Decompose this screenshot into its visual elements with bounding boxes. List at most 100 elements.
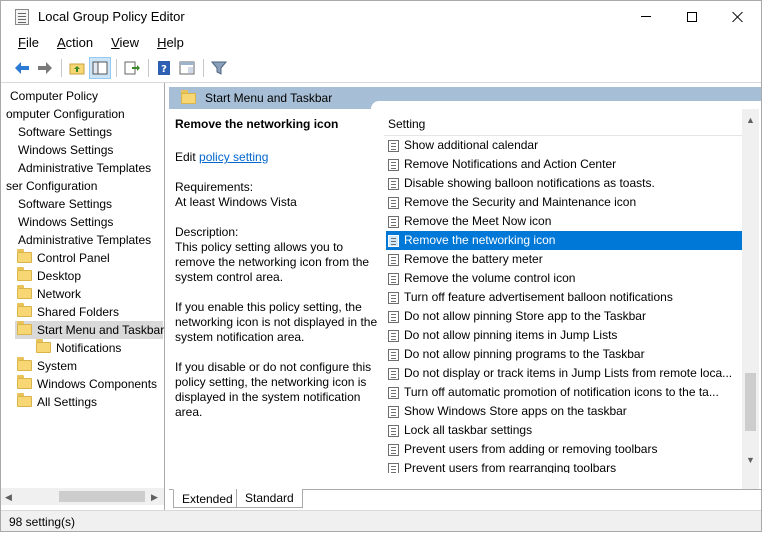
setting-row[interactable]: Lock all taskbar settings xyxy=(386,421,742,440)
tab-extended[interactable]: Extended xyxy=(173,489,242,508)
setting-row[interactable]: Prevent users from adding or removing to… xyxy=(386,440,742,459)
edit-prefix: Edit xyxy=(175,150,196,164)
tree-horizontal-scrollbar[interactable]: ◀ ▶ xyxy=(1,488,164,505)
tree-item-label: Shared Folders xyxy=(37,305,120,319)
setting-row[interactable]: Prevent users from rearranging toolbars xyxy=(386,459,742,473)
tree-item-label: Network xyxy=(37,287,82,301)
tree-item-windows-settings[interactable]: Windows Settings xyxy=(18,213,113,231)
folder-icon xyxy=(17,375,32,389)
policy-title: Remove the networking icon xyxy=(175,117,339,131)
setting-row[interactable]: Turn off automatic promotion of notifica… xyxy=(386,383,742,402)
scroll-down-icon[interactable]: ▼ xyxy=(746,455,755,465)
setting-row[interactable]: Remove the volume control icon xyxy=(386,269,742,288)
setting-row[interactable]: Turn off feature advertisement balloon n… xyxy=(386,288,742,307)
scrollbar-thumb[interactable] xyxy=(59,491,145,502)
policy-editor-icon xyxy=(15,9,29,25)
settings-list: Setting Show additional calendar Remove … xyxy=(384,109,761,489)
tree-item-administrative-templates[interactable]: Administrative Templates xyxy=(18,159,151,177)
tree-item-start-menu-and-taskbar[interactable]: Start Menu and Taskbar xyxy=(15,321,165,339)
policy-setting-icon xyxy=(388,349,399,361)
policy-setting-icon xyxy=(388,254,399,266)
tab-standard[interactable]: Standard xyxy=(236,489,303,508)
setting-row[interactable]: Do not allow pinning Store app to the Ta… xyxy=(386,307,742,326)
export-list-button[interactable] xyxy=(121,57,143,79)
tree-item-label: Desktop xyxy=(37,269,82,283)
tree-item-software-settings[interactable]: Software Settings xyxy=(18,195,112,213)
menu-help-label: elp xyxy=(166,35,184,50)
policy-setting-icon xyxy=(388,178,399,190)
tree-item-computer-configuration[interactable]: omputer Configuration xyxy=(6,105,125,123)
window-title: Local Group Policy Editor xyxy=(38,9,185,24)
menu-view[interactable]: View xyxy=(102,33,148,53)
forward-button[interactable] xyxy=(34,57,56,79)
close-button[interactable] xyxy=(715,1,761,32)
title-bar[interactable]: Local Group Policy Editor xyxy=(1,1,761,32)
policy-setting-link[interactable]: policy setting xyxy=(199,150,268,164)
tree-item-windows-components[interactable]: Windows Components xyxy=(17,375,157,393)
tree-item-notifications[interactable]: Notifications xyxy=(36,339,121,357)
setting-row-label: Remove the networking icon xyxy=(404,233,556,247)
tree-item-system[interactable]: System xyxy=(17,357,77,375)
extended-view-button[interactable] xyxy=(176,57,198,79)
up-one-level-button[interactable] xyxy=(66,57,88,79)
setting-row[interactable]: Remove Notifications and Action Center xyxy=(386,155,742,174)
menu-file[interactable]: File xyxy=(1,33,48,53)
setting-row[interactable]: Remove the Security and Maintenance icon xyxy=(386,193,742,212)
setting-row[interactable]: Do not display or track items in Jump Li… xyxy=(386,364,742,383)
setting-row[interactable]: Remove the battery meter xyxy=(386,250,742,269)
filter-button[interactable] xyxy=(208,57,230,79)
setting-row-label: Lock all taskbar settings xyxy=(404,423,533,437)
setting-row[interactable]: Do not allow pinning programs to the Tas… xyxy=(386,345,742,364)
setting-column-header[interactable]: Setting xyxy=(388,117,425,131)
scrollbar-thumb[interactable] xyxy=(745,373,756,431)
svg-text:?: ? xyxy=(161,64,167,75)
setting-row-label: Do not allow pinning programs to the Tas… xyxy=(404,347,645,361)
tree-item-windows-settings[interactable]: Windows Settings xyxy=(18,141,113,159)
tree-item-control-panel[interactable]: Control Panel xyxy=(17,249,110,267)
policy-setting-icon xyxy=(388,387,399,399)
tree-item-software-settings[interactable]: Software Settings xyxy=(18,123,112,141)
policy-setting-icon xyxy=(388,406,399,418)
tree-item-all-settings[interactable]: All Settings xyxy=(17,393,97,411)
tree-item-administrative-templates[interactable]: Administrative Templates xyxy=(18,231,151,249)
setting-row[interactable]: Disable showing balloon notifications as… xyxy=(386,174,742,193)
setting-row[interactable]: Remove the Meet Now icon xyxy=(386,212,742,231)
tree-item-shared-folders[interactable]: Shared Folders xyxy=(17,303,119,321)
details-pane: Start Menu and Taskbar Remove the networ… xyxy=(169,83,761,510)
scroll-left-icon[interactable]: ◀ xyxy=(5,492,12,503)
forward-arrow-icon xyxy=(38,62,52,74)
setting-row-label: Prevent users from adding or removing to… xyxy=(404,442,658,456)
scroll-up-icon[interactable]: ▲ xyxy=(746,115,755,125)
tree-item-network[interactable]: Network xyxy=(17,285,81,303)
tree-item-desktop[interactable]: Desktop xyxy=(17,267,81,285)
policy-setting-icon xyxy=(388,159,399,171)
setting-row-label: Show additional calendar xyxy=(404,138,539,152)
menu-help[interactable]: Help xyxy=(148,33,193,53)
setting-row[interactable]: Do not allow pinning items in Jump Lists xyxy=(386,326,742,345)
menu-view-label: iew xyxy=(119,35,140,50)
menu-action[interactable]: Action xyxy=(48,33,102,53)
description-paragraph-3: If you disable or do not configure this … xyxy=(175,360,372,419)
settings-vertical-scrollbar[interactable]: ▲ ▼ xyxy=(742,109,759,489)
minimize-button[interactable] xyxy=(623,1,669,32)
help-button[interactable]: ? xyxy=(153,57,175,79)
close-icon xyxy=(732,11,744,23)
setting-row[interactable]: Show additional calendar xyxy=(386,136,742,155)
back-button[interactable] xyxy=(11,57,33,79)
menu-file-label: ile xyxy=(25,35,39,50)
setting-row-label: Show Windows Store apps on the taskbar xyxy=(404,404,627,418)
tree-item-label: Start Menu and Taskbar xyxy=(37,323,165,337)
scroll-right-icon[interactable]: ▶ xyxy=(151,492,158,503)
maximize-button[interactable] xyxy=(669,1,715,32)
back-arrow-icon xyxy=(15,62,29,74)
setting-row-selected[interactable]: Remove the networking icon xyxy=(386,231,742,250)
tree-item-user-configuration[interactable]: ser Configuration xyxy=(6,177,97,195)
menu-view-accelerator: V xyxy=(111,35,120,50)
all-settings-folder-icon xyxy=(17,393,32,407)
tree-item-label: ser Configuration xyxy=(6,179,98,193)
setting-row[interactable]: Show Windows Store apps on the taskbar xyxy=(386,402,742,421)
show-hide-tree-button[interactable] xyxy=(89,57,111,79)
tree-item-computer-policy[interactable]: Computer Policy xyxy=(10,87,98,105)
tree-item-label: Notifications xyxy=(56,341,122,355)
menu-bar: File Action View Help xyxy=(1,32,761,54)
